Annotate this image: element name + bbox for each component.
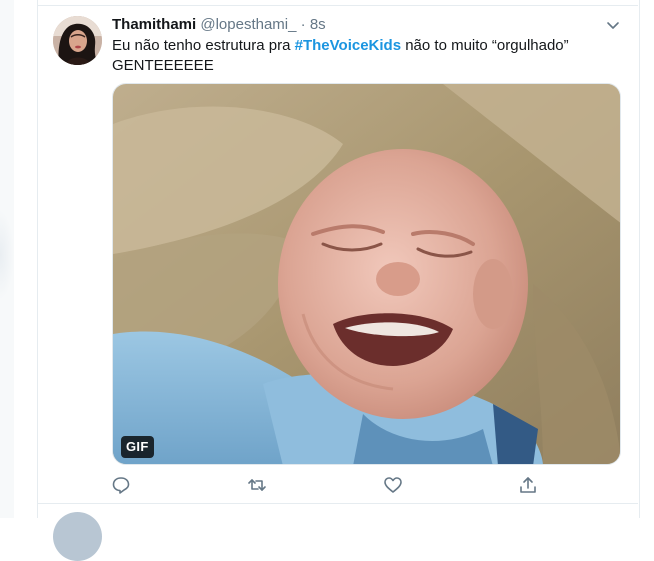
- gif-media[interactable]: [112, 83, 621, 465]
- heart-icon: [384, 477, 402, 493]
- divider-top: [37, 5, 638, 6]
- chevron-down-icon: [607, 22, 619, 29]
- share-icon: [520, 477, 536, 493]
- tweet-text: Eu não tenho estrutura pra #TheVoiceKids…: [112, 36, 612, 75]
- tweet-actions: [0, 475, 654, 497]
- retweet-button[interactable]: [247, 475, 267, 495]
- next-tweet-avatar[interactable]: [53, 512, 102, 561]
- avatar-photo-icon: [53, 16, 102, 65]
- tweet-header: Thamithami @lopesthami_ · 8s: [112, 15, 326, 35]
- hashtag-link[interactable]: #TheVoiceKids: [295, 37, 401, 54]
- display-name[interactable]: Thamithami: [112, 16, 196, 33]
- separator-dot: ·: [300, 16, 306, 33]
- crying-baby-gif-image: [113, 84, 620, 464]
- reply-button[interactable]: [111, 475, 131, 495]
- user-avatar[interactable]: [53, 16, 102, 65]
- divider-bottom: [37, 503, 638, 504]
- like-button[interactable]: [383, 475, 403, 495]
- user-handle[interactable]: @lopesthami_: [200, 16, 296, 33]
- gif-badge: GIF: [121, 436, 154, 458]
- more-options-button[interactable]: [605, 17, 621, 33]
- reply-icon: [112, 477, 130, 494]
- timestamp[interactable]: 8s: [310, 16, 326, 33]
- tweet-text-before: Eu não tenho estrutura pra: [112, 37, 295, 54]
- share-button[interactable]: [518, 475, 538, 495]
- retweet-icon: [248, 479, 266, 491]
